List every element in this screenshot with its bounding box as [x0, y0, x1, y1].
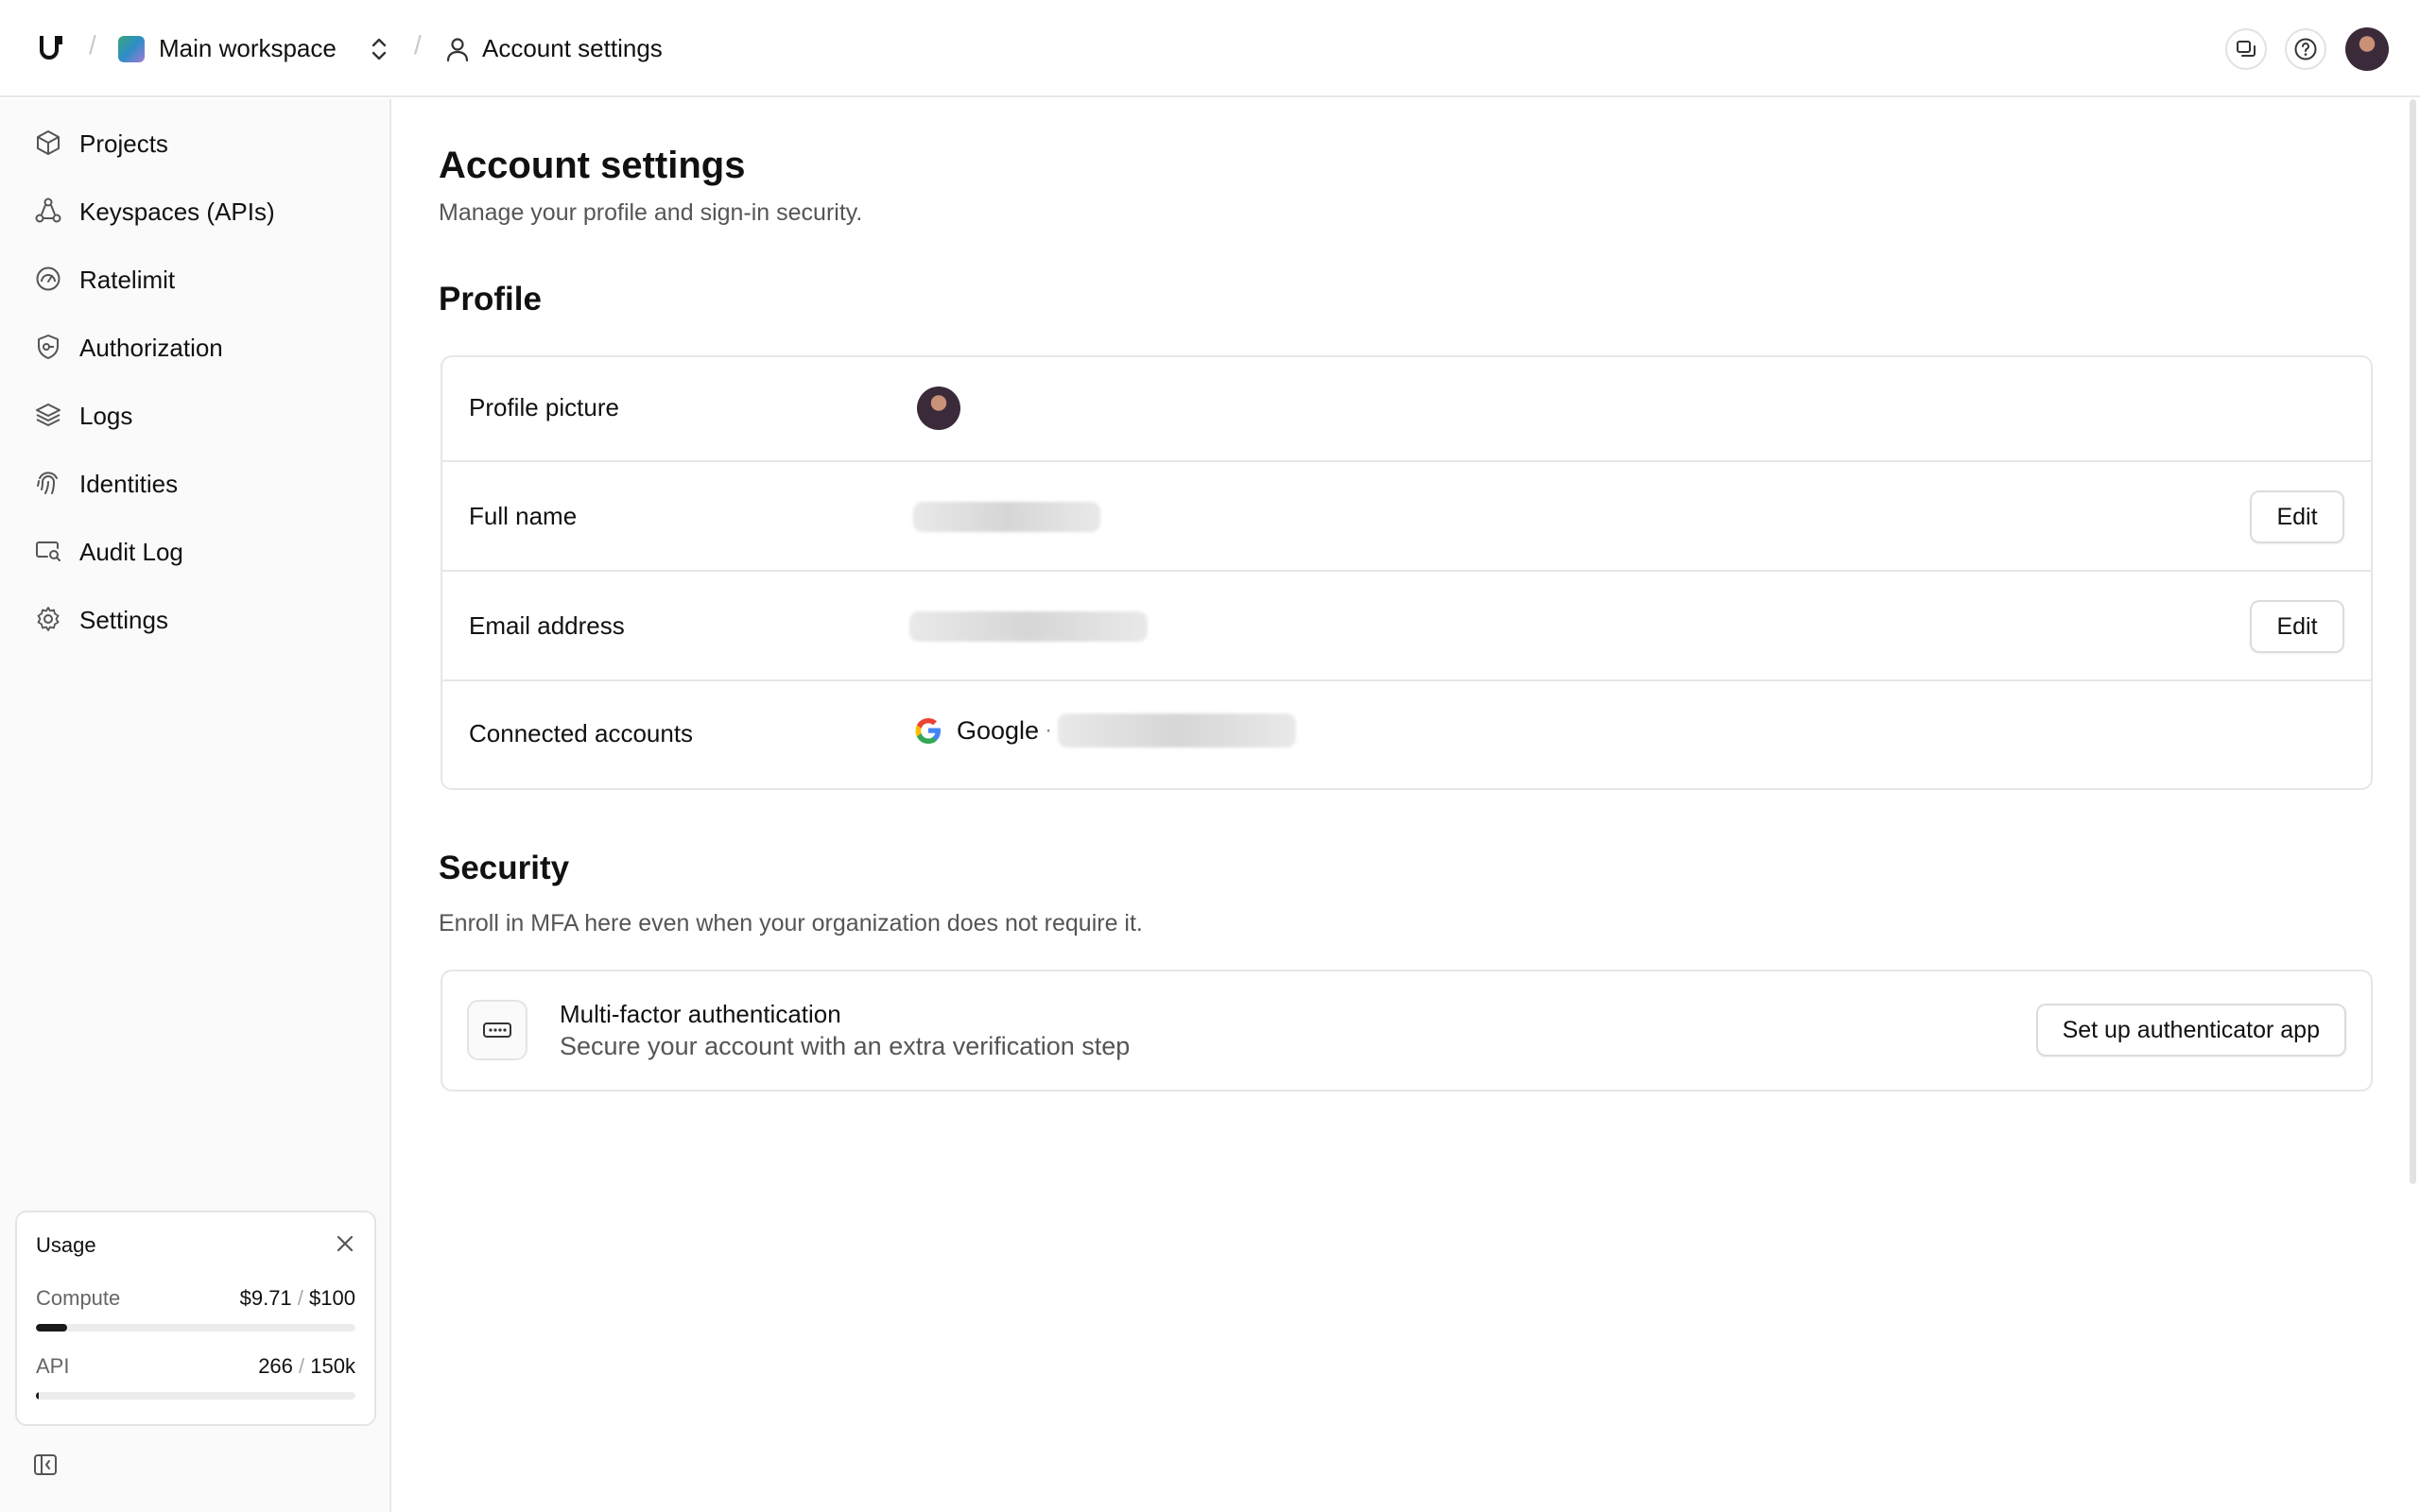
workspace-name[interactable]: Main workspace [159, 34, 337, 63]
security-heading: Security [439, 850, 570, 886]
connected-accounts-row: Connected accounts Google · [442, 681, 2371, 788]
breadcrumb-separator: / [89, 30, 96, 60]
connected-account-google: Google · [913, 713, 1297, 747]
page-subtitle: Manage your profile and sign-in security… [439, 199, 863, 226]
email-row: Email address Edit [442, 572, 2371, 681]
sidebar-collapse-icon[interactable] [32, 1452, 59, 1478]
user-avatar[interactable] [2345, 27, 2389, 71]
sidebar-item-label: Identities [79, 470, 179, 498]
google-provider-label: Google [957, 715, 1040, 745]
setup-authenticator-button[interactable]: Set up authenticator app [2035, 1004, 2346, 1057]
full-name-value [913, 502, 1100, 532]
full-name-label: Full name [469, 502, 578, 530]
usage-compute-limit: $100 [309, 1286, 355, 1310]
sidebar-item-audit-log[interactable]: Audit Log [17, 523, 376, 579]
user-icon [446, 38, 469, 62]
sidebar-item-settings[interactable]: Settings [17, 591, 376, 647]
profile-avatar[interactable] [917, 387, 960, 430]
mfa-subtitle: Secure your account with an extra verifi… [560, 1032, 1131, 1060]
shield-key-icon [38, 335, 59, 359]
usage-compute-value: $9.71 / $100 [240, 1286, 355, 1311]
cube-icon [37, 130, 60, 155]
usage-compute-progress-fill [36, 1324, 67, 1332]
chat-bubbles-icon [2237, 41, 2256, 57]
mfa-card: Multi-factor authentication Secure your … [441, 970, 2373, 1091]
usage-slash: / [297, 1286, 303, 1310]
full-name-row: Full name Edit [442, 462, 2371, 572]
sidebar-item-label: Keyspaces (APIs) [79, 198, 275, 226]
profile-heading: Profile [439, 281, 542, 318]
redacted-google-account [1058, 713, 1297, 747]
page-title: Account settings [439, 145, 746, 186]
usage-compute-label: Compute [36, 1286, 121, 1310]
usage-compute-used: $9.71 [239, 1286, 292, 1310]
layers-icon [36, 404, 60, 426]
google-icon [915, 718, 941, 744]
main-content: Account settings Manage your profile and… [393, 99, 2405, 1512]
edit-name-button[interactable]: Edit [2250, 490, 2344, 543]
usage-compute-progress [36, 1324, 355, 1332]
email-value [909, 611, 1148, 642]
top-header: / Main workspace / Account settings [0, 0, 2420, 97]
help-circle-icon [2294, 38, 2317, 60]
sidebar-item-label: Authorization [79, 334, 223, 362]
email-label: Email address [469, 611, 625, 640]
fingerprint-icon [37, 472, 58, 494]
nodes-icon [35, 198, 61, 223]
breadcrumb-current-page[interactable]: Account settings [482, 34, 663, 63]
mfa-title: Multi-factor authentication [560, 1000, 841, 1028]
usage-api-progress-fill [36, 1392, 39, 1400]
connected-accounts-label: Connected accounts [469, 719, 694, 747]
usage-api-limit: 150k [310, 1354, 355, 1378]
usage-api-value: 266 / 150k [258, 1354, 355, 1379]
mfa-icon-container [467, 1000, 527, 1060]
sidebar-item-label: Logs [79, 402, 133, 430]
usage-api-label: API [36, 1354, 70, 1378]
profile-card: Profile picture Full name Edit Email add… [441, 355, 2373, 790]
password-keypad-icon [483, 1022, 511, 1038]
profile-picture-row: Profile picture [442, 357, 2371, 462]
sidebar-item-projects[interactable]: Projects [17, 114, 376, 171]
gear-icon [37, 607, 60, 631]
breadcrumb-separator: / [414, 30, 422, 60]
usage-panel: Usage Compute $9.71 / $100 API 266 / 150… [15, 1211, 376, 1426]
usage-api-used: 266 [258, 1354, 293, 1378]
chevron-up-down-icon[interactable] [369, 35, 389, 63]
usage-api-progress [36, 1392, 355, 1400]
usage-title: Usage [36, 1233, 96, 1257]
redacted-email [909, 611, 1148, 642]
page-scrollbar[interactable] [2410, 99, 2416, 1184]
profile-picture-label: Profile picture [469, 393, 619, 421]
edit-email-button[interactable]: Edit [2250, 600, 2344, 653]
unkey-logo-icon[interactable] [36, 32, 66, 62]
sidebar: Projects Keyspaces (APIs) Ratelimit Auth… [0, 99, 391, 1512]
feedback-button[interactable] [2225, 28, 2267, 70]
help-button[interactable] [2285, 28, 2326, 70]
sidebar-item-label: Ratelimit [79, 266, 176, 294]
sidebar-item-label: Settings [79, 606, 168, 634]
sidebar-item-identities[interactable]: Identities [17, 455, 376, 511]
sidebar-item-keyspaces[interactable]: Keyspaces (APIs) [17, 182, 376, 239]
sidebar-item-ratelimit[interactable]: Ratelimit [17, 250, 376, 307]
sidebar-item-logs[interactable]: Logs [17, 387, 376, 443]
security-subtitle: Enroll in MFA here even when your organi… [439, 910, 1143, 936]
sidebar-item-authorization[interactable]: Authorization [17, 318, 376, 375]
separator-dot: · [1045, 717, 1053, 743]
sidebar-item-label: Projects [79, 129, 168, 158]
workspace-avatar[interactable] [118, 36, 145, 62]
profile-picture-value[interactable] [917, 387, 960, 430]
sidebar-item-label: Audit Log [79, 538, 183, 566]
close-icon[interactable] [333, 1231, 357, 1256]
usage-slash: / [299, 1354, 305, 1378]
monitor-search-icon [36, 541, 60, 561]
redacted-name [913, 502, 1100, 532]
gauge-icon [36, 266, 60, 291]
